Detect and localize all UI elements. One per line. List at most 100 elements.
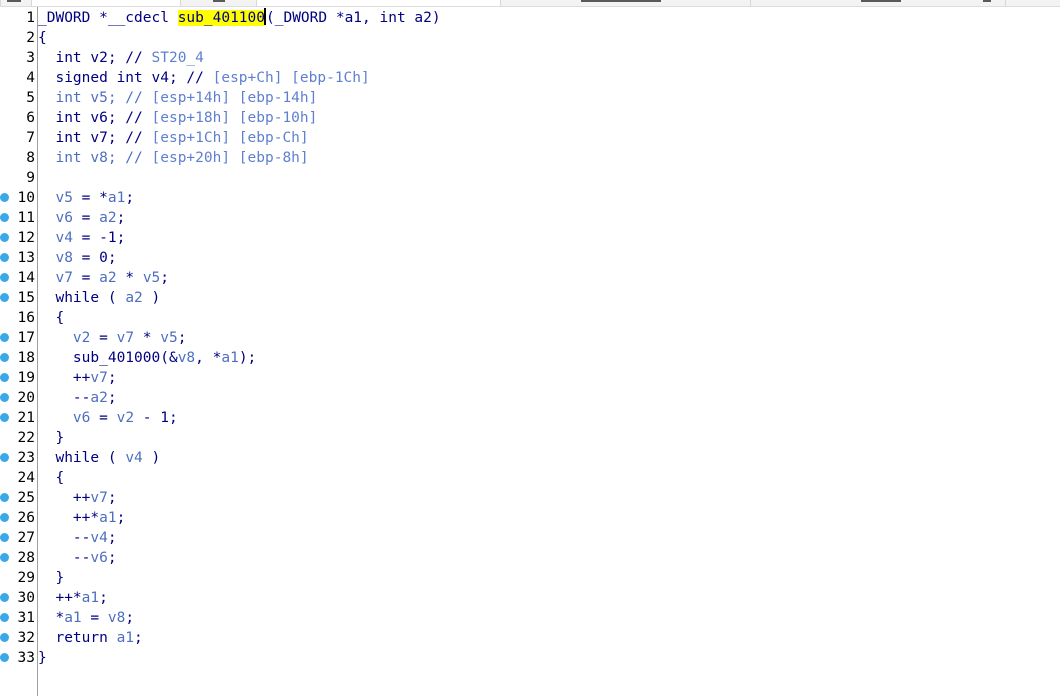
tab-second[interactable]: [180, 0, 257, 6]
code-line[interactable]: 5 int v5; // [esp+14h] [ebp-14h]: [0, 88, 1060, 108]
line-number: 28: [17, 550, 35, 566]
code-line[interactable]: 17 v2 = v7 * v5;: [0, 328, 1060, 348]
code-text: v7 = a2 * v5;: [38, 268, 169, 288]
code-line[interactable]: 31 *a1 = v8;: [0, 608, 1060, 628]
line-number: 14: [17, 270, 35, 286]
code-line[interactable]: 10 v5 = *a1;: [0, 188, 1060, 208]
code-line[interactable]: 13 v8 = 0;: [0, 248, 1060, 268]
code-line[interactable]: 7 int v7; // [esp+1Ch] [ebp-Ch]: [0, 128, 1060, 148]
line-number: 27: [17, 530, 35, 546]
code-line[interactable]: 29 }: [0, 568, 1060, 588]
code-line[interactable]: 12 v4 = -1;: [0, 228, 1060, 248]
code-token: while (: [38, 290, 126, 306]
code-token: );: [238, 350, 257, 366]
tab-fourth[interactable]: [750, 0, 1007, 6]
code-token-variable: v4: [90, 530, 108, 546]
code-line[interactable]: 20 --a2;: [0, 388, 1060, 408]
code-line[interactable]: 16 {: [0, 308, 1060, 328]
code-line[interactable]: 33}: [0, 648, 1060, 668]
code-token: = *: [72, 190, 108, 206]
code-token: ;: [107, 370, 117, 386]
code-token: =: [90, 330, 117, 346]
line-number: 12: [17, 230, 35, 246]
code-token: {: [38, 30, 47, 46]
line-number: 15: [17, 290, 35, 306]
code-token: = -1;: [72, 230, 126, 246]
code-text: --v6;: [38, 548, 117, 568]
code-line[interactable]: 19 ++v7;: [0, 368, 1060, 388]
code-line[interactable]: 9: [0, 168, 1060, 188]
code-line[interactable]: 25 ++v7;: [0, 488, 1060, 508]
code-token: *: [134, 330, 161, 346]
code-line[interactable]: 22 }: [0, 428, 1060, 448]
line-number: 5: [26, 90, 35, 106]
code-text: {: [38, 28, 47, 48]
code-line[interactable]: 4 signed int v4; // [esp+Ch] [ebp-1Ch]: [0, 68, 1060, 88]
code-text: _DWORD *__cdecl sub_401100(_DWORD *a1, i…: [38, 8, 441, 28]
code-token: ;: [125, 190, 135, 206]
pseudocode-view[interactable]: 1 _DWORD *__cdecl sub_401100(_DWORD *a1, …: [0, 8, 1060, 668]
code-token-variable: v8: [177, 350, 196, 366]
line-number: 2: [26, 30, 35, 46]
code-line[interactable]: 26 ++*a1;: [0, 508, 1060, 528]
code-token-variable: v4: [125, 450, 143, 466]
code-token-variable: v7: [90, 370, 108, 386]
code-token: ;: [116, 510, 126, 526]
line-number: 22: [17, 430, 35, 446]
code-token: ++*: [38, 510, 100, 526]
code-token-variable: a1: [81, 590, 100, 606]
line-number: 10: [17, 190, 35, 206]
code-line[interactable]: 2{: [0, 28, 1060, 48]
code-line[interactable]: 3 int v2; // ST20_4: [0, 48, 1060, 68]
code-line[interactable]: 18 sub_401000(&v8, *a1);: [0, 348, 1060, 368]
line-number: 4: [26, 70, 35, 86]
code-token-variable: a1: [221, 350, 239, 366]
code-token: =: [81, 610, 108, 626]
tab-fifth[interactable]: [1005, 0, 1060, 6]
code-token: (_DWORD *a1, int a2): [266, 10, 441, 26]
code-text: {: [38, 468, 64, 488]
code-line[interactable]: 21 v6 = v2 - 1;: [0, 408, 1060, 428]
tab-third[interactable]: [500, 0, 752, 6]
code-line[interactable]: 28 --v6;: [0, 548, 1060, 568]
code-line[interactable]: 11 v6 = a2;: [0, 208, 1060, 228]
line-number: 20: [17, 390, 35, 406]
code-line[interactable]: 24 {: [0, 468, 1060, 488]
code-line[interactable]: 1 _DWORD *__cdecl sub_401100(_DWORD *a1, …: [0, 8, 1060, 28]
code-token: = 0;: [72, 250, 117, 266]
code-token-comment: [esp+Ch] [ebp-1Ch]: [212, 70, 370, 86]
code-text: }: [38, 428, 64, 448]
code-token-variable: v5: [55, 190, 73, 206]
code-token-variable: v2: [72, 330, 91, 346]
code-token: ;: [107, 490, 117, 506]
code-token: =: [90, 410, 117, 426]
code-line[interactable]: 30 ++*a1;: [0, 588, 1060, 608]
code-line[interactable]: 32 return a1;: [0, 628, 1060, 648]
code-token: ++: [38, 370, 91, 386]
code-text: int v7; // [esp+1Ch] [ebp-Ch]: [38, 128, 308, 148]
code-token: *: [116, 270, 143, 286]
code-line[interactable]: 23 while ( v4 ): [0, 448, 1060, 468]
code-token-comment: [esp+18h] [ebp-10h]: [151, 110, 318, 126]
code-token: {: [38, 470, 65, 486]
line-number: 6: [26, 110, 35, 126]
code-token: signed int v4; //: [38, 70, 213, 86]
line-number: 8: [26, 150, 35, 166]
code-token: _DWORD *__cdecl: [38, 10, 178, 26]
tab-left[interactable]: [0, 0, 32, 6]
line-number: 29: [17, 570, 35, 586]
code-token: ++: [38, 490, 91, 506]
code-line[interactable]: 6 int v6; // [esp+18h] [ebp-10h]: [0, 108, 1060, 128]
code-token-variable: a2: [99, 210, 117, 226]
line-number: 31: [17, 610, 35, 626]
code-text: ++*a1;: [38, 508, 125, 528]
code-line[interactable]: 8 int v8; // [esp+20h] [ebp-8h]: [0, 148, 1060, 168]
code-token-variable: v5: [160, 330, 178, 346]
code-token: }: [38, 430, 65, 446]
code-token-variable: a2: [125, 290, 143, 306]
code-line[interactable]: 27 --v4;: [0, 528, 1060, 548]
code-line[interactable]: 14 v7 = a2 * v5;: [0, 268, 1060, 288]
code-line[interactable]: 15 while ( a2 ): [0, 288, 1060, 308]
